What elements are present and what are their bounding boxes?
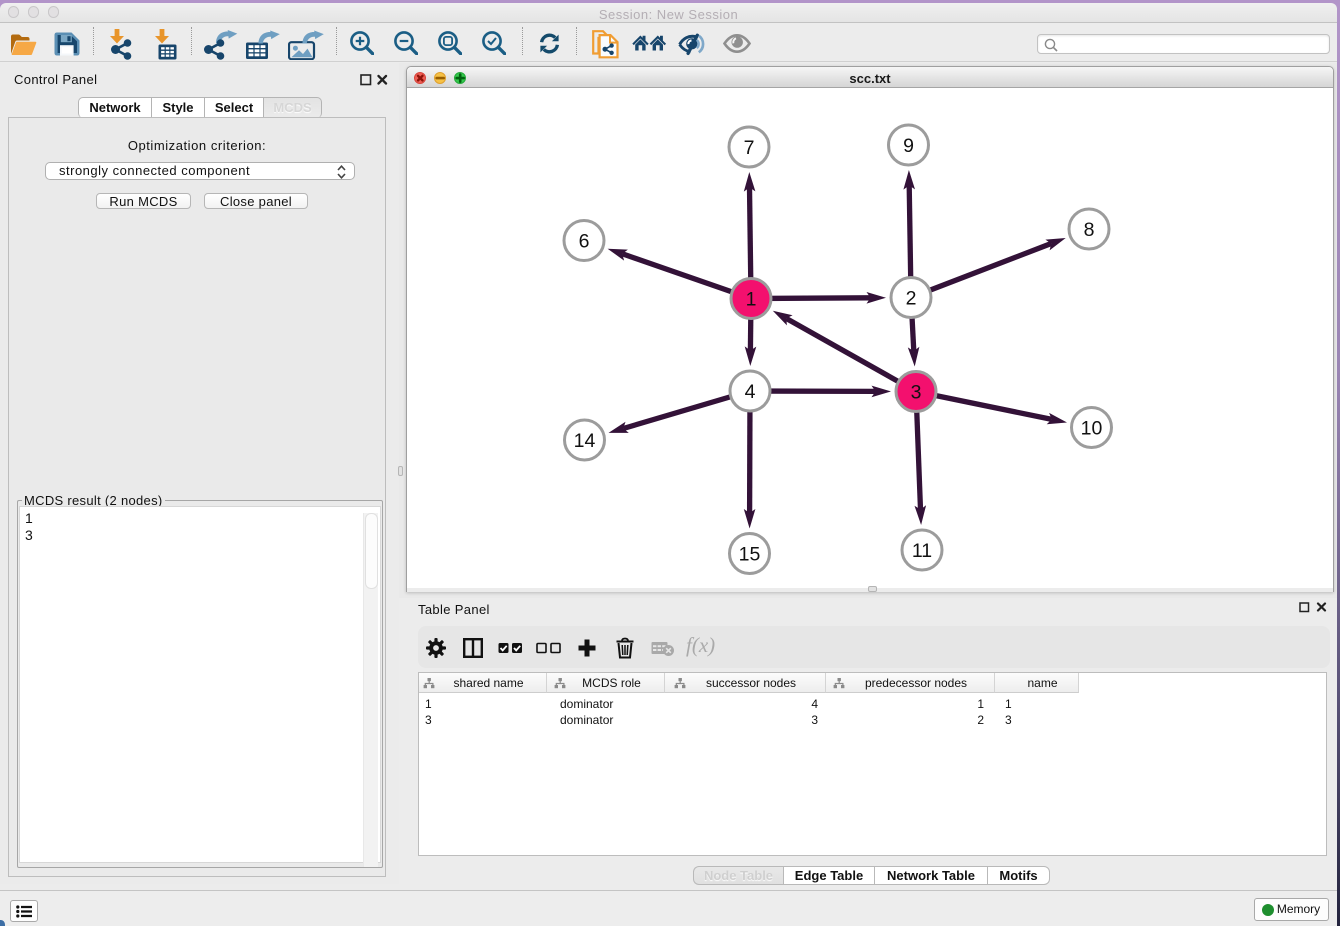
svg-text:8: 8 [1084,219,1095,241]
svg-text:1: 1 [746,289,757,311]
svg-text:15: 15 [739,544,761,566]
svg-text:14: 14 [574,430,596,452]
svg-text:10: 10 [1081,418,1103,440]
svg-text:6: 6 [579,231,590,253]
svg-text:4: 4 [745,381,756,403]
svg-text:7: 7 [744,137,755,159]
svg-text:9: 9 [903,135,914,157]
svg-text:2: 2 [906,288,917,310]
svg-text:3: 3 [911,382,922,404]
svg-text:11: 11 [912,540,932,562]
